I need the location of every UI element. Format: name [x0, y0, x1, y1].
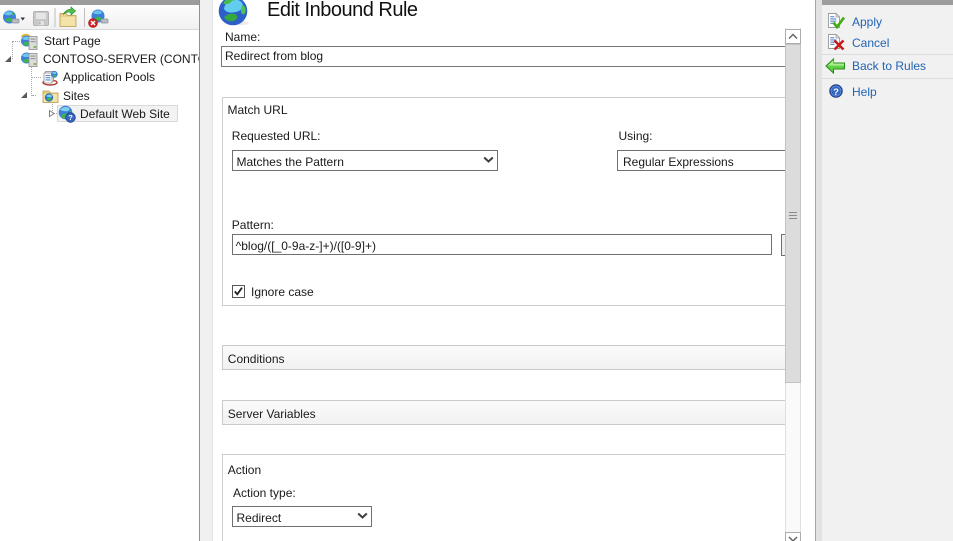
svg-text:?: ?: [833, 87, 839, 98]
svg-text:?: ?: [68, 113, 73, 122]
